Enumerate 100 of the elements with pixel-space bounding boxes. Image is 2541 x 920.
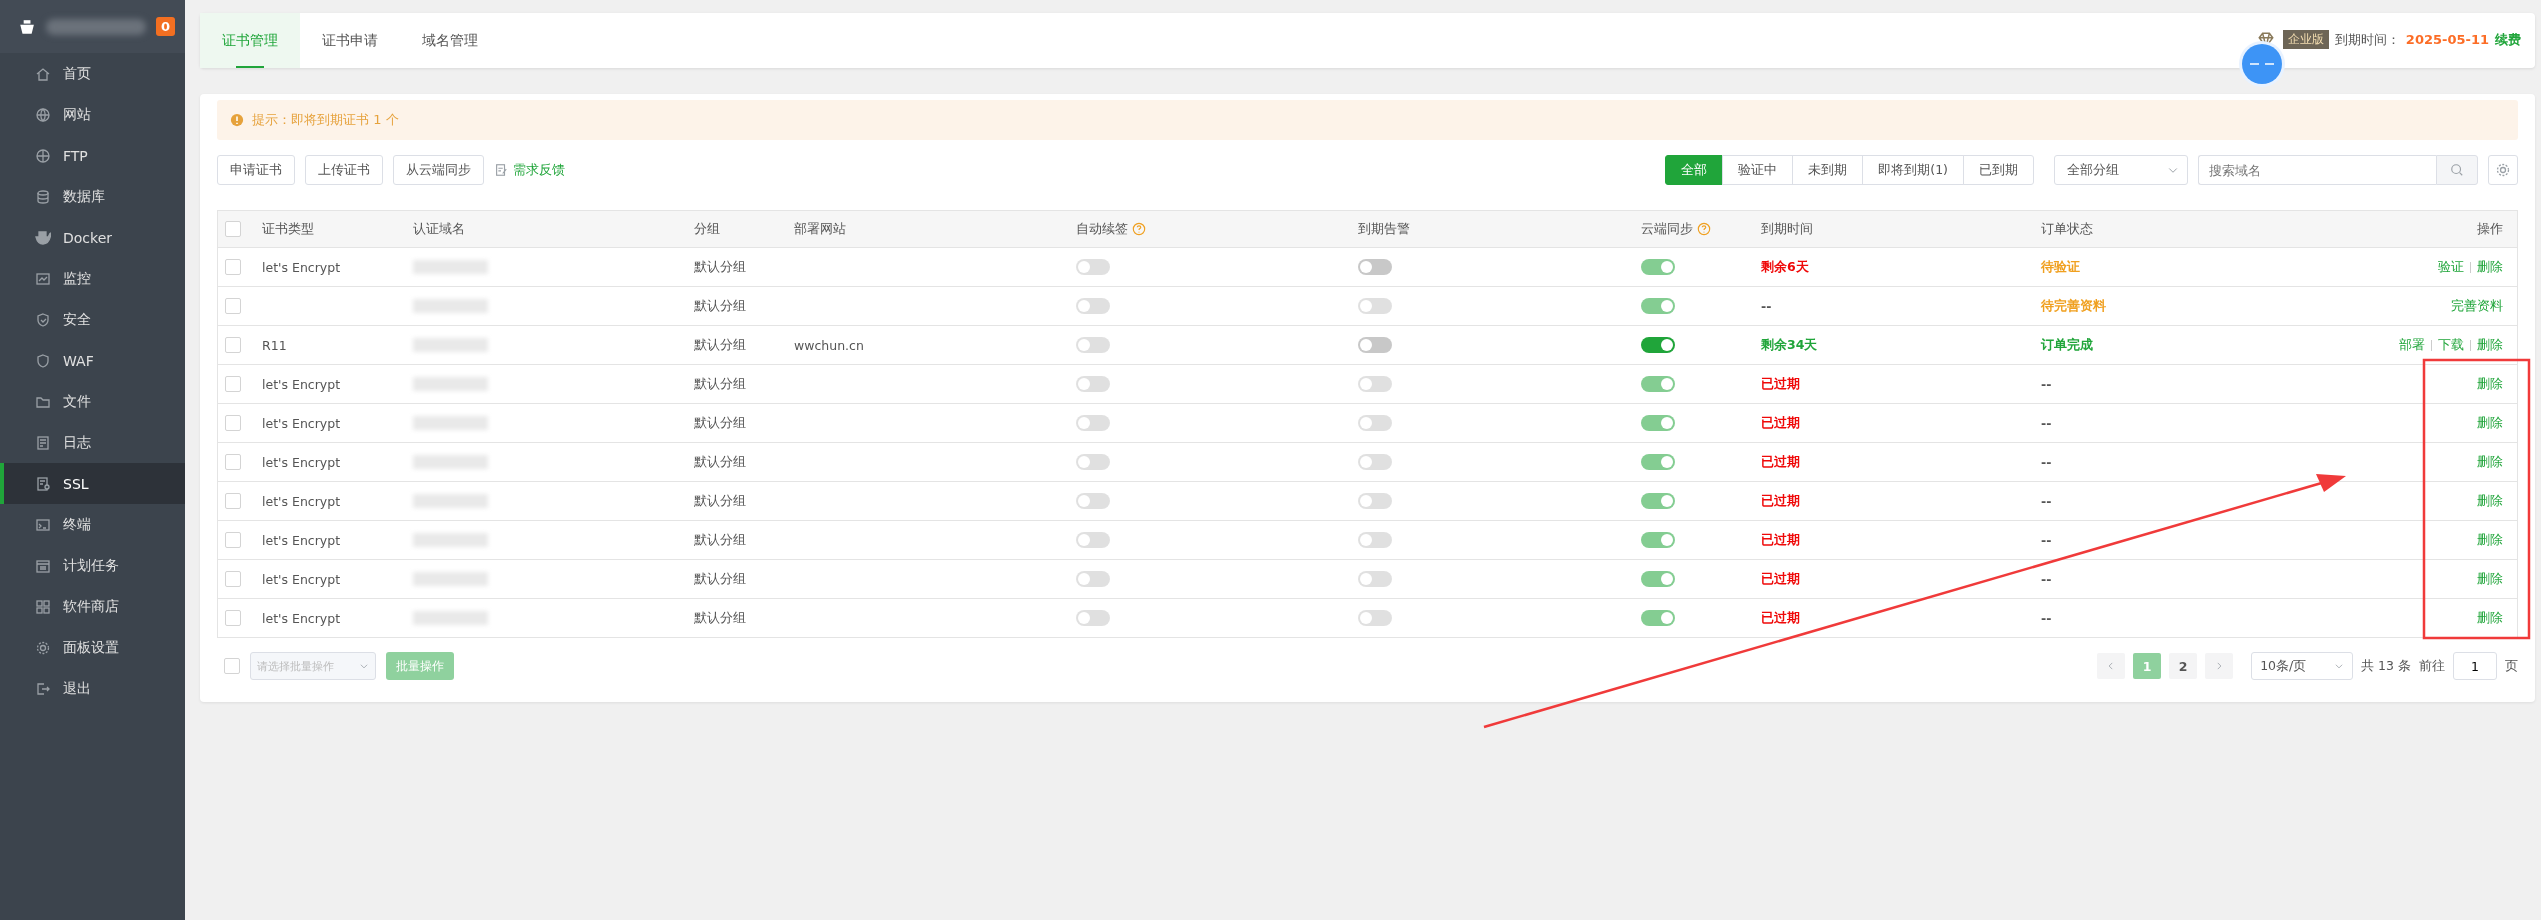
page-unit: 页 xyxy=(2505,657,2518,675)
column-header: 分组 xyxy=(694,220,721,238)
page-size-select[interactable]: 10条/页 xyxy=(2251,652,2354,680)
table-cell-text: 默认分组 xyxy=(694,492,747,510)
checkbox[interactable] xyxy=(225,493,241,509)
sidebar-item[interactable]: 安全 xyxy=(0,299,185,340)
sidebar-item[interactable]: 首页 xyxy=(0,53,185,94)
table-cell: -- xyxy=(2041,493,2052,509)
checkbox[interactable] xyxy=(225,376,241,392)
table-cell: -- xyxy=(1761,298,1772,314)
table-cell: -- xyxy=(2041,376,2052,392)
checkbox[interactable] xyxy=(225,337,241,353)
table-cell: -- xyxy=(2041,415,2052,431)
toggle-switch[interactable] xyxy=(1358,259,1392,275)
checkbox[interactable] xyxy=(225,532,241,548)
table-cell: 订单完成 xyxy=(2041,336,2093,354)
sidebar-item[interactable]: FTP xyxy=(0,135,185,176)
table-cell-text: 默认分组 xyxy=(694,570,747,588)
sidebar-item[interactable]: WAF xyxy=(0,340,185,381)
column-header: 部署网站 xyxy=(794,220,847,238)
column-header: 证书类型 xyxy=(262,220,315,238)
globe-icon xyxy=(35,106,51,123)
table-cell: 已过期 xyxy=(1761,570,1800,588)
checkbox[interactable] xyxy=(224,658,240,674)
column-header: 认证域名 xyxy=(413,220,466,238)
sidebar-item[interactable]: 终端 xyxy=(0,504,185,545)
settings-icon xyxy=(35,639,51,656)
filter-tab[interactable]: 即将到期(1) xyxy=(1862,155,1964,185)
checkbox[interactable] xyxy=(225,298,241,314)
table-cell: 待验证 xyxy=(2041,258,2080,276)
search-button[interactable] xyxy=(2436,155,2478,185)
table-cell-text: 默认分组 xyxy=(694,297,747,315)
table-cell-text: let's Encrypt xyxy=(262,454,342,470)
table-cell-text: wwchun.cn xyxy=(794,337,865,353)
sidebar-item[interactable]: 面板设置 xyxy=(0,627,185,668)
settings-icon xyxy=(2495,162,2511,178)
page-input[interactable]: 1 xyxy=(2453,652,2497,680)
checkbox[interactable] xyxy=(225,454,241,470)
checkbox[interactable] xyxy=(225,610,241,626)
sidebar-item[interactable]: 计划任务 xyxy=(0,545,185,586)
sidebar-item[interactable]: 软件商店 xyxy=(0,586,185,627)
tab[interactable]: 证书申请 xyxy=(300,13,400,68)
table-cell-text: 默认分组 xyxy=(694,258,747,276)
page-button[interactable]: 2 xyxy=(2169,653,2198,679)
table-cell-text: 默认分组 xyxy=(694,336,747,354)
table-cell: 剩余34天 xyxy=(1761,336,1818,354)
table-cell: 已过期 xyxy=(1761,531,1800,549)
table-cell: -- xyxy=(2041,571,2052,587)
table-cell: 已过期 xyxy=(1761,414,1800,432)
sidebar-item[interactable]: 网站 xyxy=(0,94,185,135)
toggle-switch[interactable] xyxy=(1641,337,1675,353)
table-cell: -- xyxy=(2041,532,2052,548)
sidebar-item[interactable]: 数据库 xyxy=(0,176,185,217)
settings-button[interactable] xyxy=(2488,155,2518,185)
checkbox[interactable] xyxy=(225,221,241,237)
floating-ball-icon[interactable] xyxy=(2238,40,2286,88)
table-cell-text: 默认分组 xyxy=(694,609,747,627)
sidebar-item[interactable]: 退出 xyxy=(0,668,185,709)
sidebar-item[interactable]: SSL xyxy=(0,463,185,504)
calendar-icon xyxy=(35,557,51,574)
next-page-button[interactable] xyxy=(2205,653,2234,679)
expiry-date: 2025-05-11 xyxy=(2405,32,2489,47)
sidebar-item[interactable]: Docker xyxy=(0,217,185,258)
filter-tab[interactable]: 验证中 xyxy=(1722,155,1794,185)
tab[interactable]: 域名管理 xyxy=(400,13,500,68)
prev-page-button[interactable] xyxy=(2097,653,2126,679)
chevron-down-icon xyxy=(2334,661,2345,671)
toggle-switch[interactable] xyxy=(1358,337,1392,353)
sidebar-item[interactable]: 文件 xyxy=(0,381,185,422)
filter-tab[interactable]: 已到期 xyxy=(1963,155,2034,185)
sidebar-item[interactable]: 监控 xyxy=(0,258,185,299)
table-cell-text: let's Encrypt xyxy=(262,610,342,626)
sidebar-item[interactable]: 日志 xyxy=(0,422,185,463)
checkbox[interactable] xyxy=(225,415,241,431)
checkbox[interactable] xyxy=(225,259,241,275)
column-header: 到期告警 xyxy=(1358,220,1411,238)
notice-text: 提示：即将到期证书 1 个 xyxy=(252,111,399,129)
action-button[interactable]: 从云端同步 xyxy=(393,155,484,185)
action-button[interactable]: 申请证书 xyxy=(217,155,295,185)
table-cell: 剩余6天 xyxy=(1761,258,1809,276)
column-header: 到期时间 xyxy=(1761,220,1814,238)
expiry-label: 到期时间： xyxy=(2334,30,2400,49)
search-field[interactable]: 搜索域名 xyxy=(2198,155,2436,185)
shield-icon xyxy=(35,352,51,369)
table-cell: 待完善资料 xyxy=(2041,297,2106,315)
terminal-icon xyxy=(35,516,51,533)
table-cell: -- xyxy=(2041,610,2052,626)
action-button[interactable]: 上传证书 xyxy=(305,155,383,185)
table-cell-text: let's Encrypt xyxy=(262,259,342,275)
grid-icon xyxy=(35,598,51,615)
filter-tab[interactable]: 未到期 xyxy=(1792,155,1864,185)
search-icon xyxy=(2450,163,2464,177)
table-cell-text: let's Encrypt xyxy=(262,376,342,392)
table-cell-text: 默认分组 xyxy=(694,375,747,393)
group-select[interactable]: 全部分组 xyxy=(2054,155,2188,185)
table-cell-text: 默认分组 xyxy=(694,414,747,432)
table-cell-text: let's Encrypt xyxy=(262,532,342,548)
table-cell-text: 默认分组 xyxy=(694,453,747,471)
goto-label: 前往 xyxy=(2419,657,2445,675)
checkbox[interactable] xyxy=(225,571,241,587)
